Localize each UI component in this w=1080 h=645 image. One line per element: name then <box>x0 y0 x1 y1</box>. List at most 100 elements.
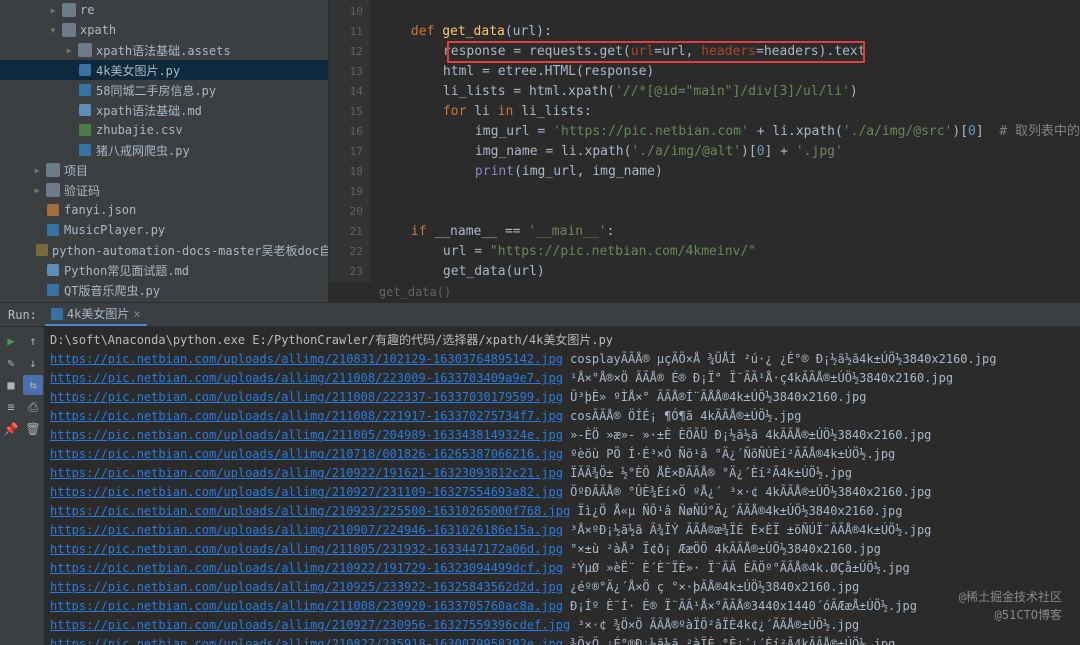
tree-item[interactable]: ▸ 验证码 <box>0 180 328 200</box>
code-line[interactable] <box>371 2 1080 22</box>
md-icon <box>46 263 60 277</box>
run-label: Run: <box>8 308 37 322</box>
output-link[interactable]: https://pic.netbian.com/uploads/allimg/2… <box>50 447 563 461</box>
tree-item[interactable]: 猪八戒网爬虫.py <box>0 140 328 160</box>
output-link[interactable]: https://pic.netbian.com/uploads/allimg/2… <box>50 637 563 645</box>
tree-item-label: fanyi.json <box>64 203 136 217</box>
code-line[interactable]: img_name = li.xpath('./a/img/@alt')[0] +… <box>371 142 1080 162</box>
md-icon <box>78 103 92 117</box>
chevron-icon: ▸ <box>32 163 42 177</box>
output-link[interactable]: https://pic.netbian.com/uploads/allimg/2… <box>50 390 563 404</box>
code-line[interactable]: url = "https://pic.netbian.com/4kmeinv/" <box>371 242 1080 262</box>
tree-item-label: MusicPlayer.py <box>64 223 165 237</box>
folder-icon <box>62 3 76 17</box>
tree-item[interactable]: 58同城二手房信息.py <box>0 80 328 100</box>
folder-icon <box>46 163 60 177</box>
pin-icon[interactable]: 📌 <box>1 419 21 439</box>
code-line[interactable]: get_data(url) <box>371 262 1080 282</box>
tree-item[interactable]: xpath语法基础.md <box>0 100 328 120</box>
output-link[interactable]: https://pic.netbian.com/uploads/allimg/2… <box>50 542 563 556</box>
console-command: D:\soft\Anaconda\python.exe E:/PythonCra… <box>50 331 1080 350</box>
output-link[interactable]: https://pic.netbian.com/uploads/allimg/2… <box>50 352 563 366</box>
code-line[interactable]: for li in li_lists: <box>371 102 1080 122</box>
output-link[interactable]: https://pic.netbian.com/uploads/allimg/2… <box>50 371 563 385</box>
code-line[interactable]: print(img_url, img_name) <box>371 162 1080 182</box>
output-link[interactable]: https://pic.netbian.com/uploads/allimg/2… <box>50 599 563 613</box>
chevron-icon: ▸ <box>48 3 58 17</box>
code-area[interactable]: def get_data(url):response = requests.ge… <box>371 0 1080 282</box>
code-line[interactable]: if __name__ == '__main__': <box>371 222 1080 242</box>
line-gutter: 1011121314151617181920212223 <box>329 0 371 282</box>
tree-item[interactable]: Python常见面试题.md <box>0 260 328 280</box>
console-row: https://pic.netbian.com/uploads/allimg/2… <box>50 578 1080 597</box>
tree-item-label: 58同城二手房信息.py <box>96 82 216 99</box>
code-line[interactable] <box>371 202 1080 222</box>
watermark-juejin: @稀土掘金技术社区 <box>959 588 1062 605</box>
output-link[interactable]: https://pic.netbian.com/uploads/allimg/2… <box>50 561 563 575</box>
up-icon[interactable]: ↑ <box>23 331 43 351</box>
console-row: https://pic.netbian.com/uploads/allimg/2… <box>50 445 1080 464</box>
tree-item[interactable]: ▸re <box>0 0 328 20</box>
tree-item-label: 验证码 <box>64 182 100 199</box>
chevron-icon: ▾ <box>48 23 58 37</box>
py-icon <box>78 143 92 157</box>
tree-item[interactable]: 4k美女图片.py <box>0 60 328 80</box>
py-icon <box>46 223 60 237</box>
output-link[interactable]: https://pic.netbian.com/uploads/allimg/2… <box>50 466 563 480</box>
console-row: https://pic.netbian.com/uploads/allimg/2… <box>50 369 1080 388</box>
stop-button[interactable]: ■ <box>1 375 21 395</box>
code-line[interactable]: response = requests.get(url=url, headers… <box>371 42 1080 62</box>
output-link[interactable]: https://pic.netbian.com/uploads/allimg/2… <box>50 523 563 537</box>
py-icon <box>78 63 92 77</box>
tasks-icon[interactable]: ≡ <box>1 397 21 417</box>
output-link[interactable]: https://pic.netbian.com/uploads/allimg/2… <box>50 504 570 518</box>
tree-item[interactable]: ▾ xpath <box>0 20 328 40</box>
json-icon <box>46 203 60 217</box>
wrap-icon[interactable]: ⇆ <box>23 375 43 395</box>
tree-item-label: xpath <box>80 23 116 37</box>
print-icon[interactable]: ⎙ <box>23 397 43 417</box>
output-link[interactable]: https://pic.netbian.com/uploads/allimg/2… <box>50 428 563 442</box>
tree-item[interactable]: zhubajie.csv <box>0 120 328 140</box>
tree-item-label: python-automation-docs-master吴老板doc自动化.z… <box>52 242 329 259</box>
tree-item[interactable]: python-automation-docs-master吴老板doc自动化.z… <box>0 240 328 260</box>
chevron-icon: ▸ <box>32 183 42 197</box>
run-toolbar: ▶ ↑ ✎ ↓ ■ ⇆ ≡ ⎙ 📌 🗑 <box>0 327 44 645</box>
output-link[interactable]: https://pic.netbian.com/uploads/allimg/2… <box>50 580 563 594</box>
down-icon[interactable]: ↓ <box>23 353 43 373</box>
code-line[interactable]: img_url = 'https://pic.netbian.com' + li… <box>371 122 1080 142</box>
console-row: https://pic.netbian.com/uploads/allimg/2… <box>50 635 1080 645</box>
code-line[interactable]: def get_data(url): <box>371 22 1080 42</box>
tree-item[interactable]: fanyi.json <box>0 200 328 220</box>
console-row: https://pic.netbian.com/uploads/allimg/2… <box>50 521 1080 540</box>
watermark-51cto: @51CTO博客 <box>995 606 1062 623</box>
tree-item[interactable]: ▸项目 <box>0 160 328 180</box>
py-icon <box>78 83 92 97</box>
run-tab[interactable]: 4k美女图片 × <box>45 303 147 326</box>
console-row: https://pic.netbian.com/uploads/allimg/2… <box>50 502 1080 521</box>
project-tree[interactable]: ▸re ▾ xpath ▸ xpath语法基础.assets4k美女图片.py 58同城二… <box>0 0 329 302</box>
console-row: https://pic.netbian.com/uploads/allimg/2… <box>50 597 1080 616</box>
tree-item-label: Python常见面试题.md <box>64 262 189 279</box>
tree-item-label: xpath语法基础.assets <box>96 42 231 59</box>
run-console[interactable]: D:\soft\Anaconda\python.exe E:/PythonCra… <box>44 327 1080 645</box>
folder-icon <box>78 43 92 57</box>
output-link[interactable]: https://pic.netbian.com/uploads/allimg/2… <box>50 409 563 423</box>
console-row: https://pic.netbian.com/uploads/allimg/2… <box>50 616 1080 635</box>
chevron-icon: ▸ <box>64 43 74 57</box>
tree-item[interactable]: vip视频.py <box>0 300 328 302</box>
tree-item[interactable]: MusicPlayer.py <box>0 220 328 240</box>
tools-icon[interactable]: ✎ <box>1 353 21 373</box>
code-line[interactable]: html = etree.HTML(response) <box>371 62 1080 82</box>
trash-icon[interactable]: 🗑 <box>23 419 43 439</box>
output-link[interactable]: https://pic.netbian.com/uploads/allimg/2… <box>50 485 563 499</box>
console-row: https://pic.netbian.com/uploads/allimg/2… <box>50 426 1080 445</box>
code-line[interactable]: li_lists = html.xpath('//*[@id="main"]/d… <box>371 82 1080 102</box>
rerun-button[interactable]: ▶ <box>1 331 21 351</box>
console-row: https://pic.netbian.com/uploads/allimg/2… <box>50 464 1080 483</box>
tree-item[interactable]: ▸ xpath语法基础.assets <box>0 40 328 60</box>
tree-item[interactable]: QT版音乐爬虫.py <box>0 280 328 300</box>
code-line[interactable] <box>371 182 1080 202</box>
output-link[interactable]: https://pic.netbian.com/uploads/allimg/2… <box>50 618 570 632</box>
close-icon[interactable]: × <box>133 307 140 321</box>
